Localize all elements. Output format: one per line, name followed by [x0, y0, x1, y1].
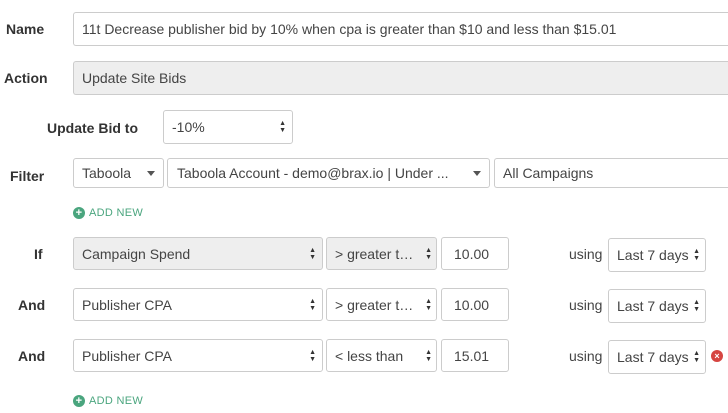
condition-period-select[interactable]: Last 7 days ▲ ▼ [608, 289, 706, 323]
condition-operator-value: > greater than [335, 246, 418, 262]
filter-label: Filter [10, 168, 45, 184]
account-value: Taboola Account - demo@brax.io | Under .… [177, 165, 449, 181]
condition-period-value: Last 7 days [617, 247, 689, 263]
condition-metric-select[interactable]: Campaign Spend ▲ ▼ [73, 237, 323, 270]
condition-connector: And [18, 348, 46, 364]
up-down-arrows-icon: ▲ ▼ [693, 299, 700, 313]
condition-connector: And [18, 297, 46, 313]
condition-period-value: Last 7 days [617, 349, 689, 365]
campaigns-select[interactable]: All Campaigns [494, 158, 728, 188]
condition-period-select[interactable]: Last 7 days ▲ ▼ [608, 238, 706, 272]
using-label: using [569, 246, 603, 262]
up-down-arrows-icon: ▲ ▼ [693, 350, 700, 364]
condition-operator-select[interactable]: > greater than ▲ ▼ [326, 237, 437, 270]
action-field: Update Site Bids [73, 61, 728, 95]
network-select[interactable]: Taboola [73, 158, 164, 188]
caret-down-icon [147, 171, 155, 176]
update-bid-label: Update Bid to [47, 120, 138, 136]
condition-metric-select[interactable]: Publisher CPA ▲ ▼ [73, 288, 323, 321]
condition-period-select[interactable]: Last 7 days ▲ ▼ [608, 340, 706, 374]
up-down-arrows-icon: ▲ ▼ [309, 246, 316, 261]
condition-metric-value: Publisher CPA [82, 297, 173, 313]
up-down-arrows-icon: ▲ ▼ [693, 248, 700, 262]
add-new-label: ADD NEW [89, 207, 144, 219]
action-label: Action [4, 70, 48, 86]
account-select[interactable]: Taboola Account - demo@brax.io | Under .… [167, 158, 490, 188]
add-new-label: ADD NEW [89, 395, 144, 407]
condition-value-input[interactable]: 15.01 [441, 339, 509, 372]
up-down-arrows-icon: ▲ ▼ [425, 297, 432, 312]
condition-metric-value: Campaign Spend [82, 246, 191, 262]
up-down-arrows-icon: ▲ ▼ [425, 246, 432, 261]
condition-value-input[interactable]: 10.00 [441, 288, 509, 321]
condition-operator-select[interactable]: > greater than ▲ ▼ [326, 288, 437, 321]
up-down-arrows-icon: ▲ ▼ [309, 348, 316, 363]
condition-operator-select[interactable]: < less than ▲ ▼ [326, 339, 437, 372]
condition-connector: If [34, 246, 43, 262]
up-down-arrows-icon: ▲ ▼ [309, 297, 316, 312]
condition-metric-value: Publisher CPA [82, 348, 173, 364]
update-bid-value: -10% [172, 119, 205, 135]
using-label: using [569, 297, 603, 313]
plus-circle-icon: + [73, 207, 85, 219]
condition-value-input[interactable]: 10.00 [441, 237, 509, 270]
name-label: Name [6, 21, 45, 37]
condition-operator-value: < less than [335, 348, 404, 364]
condition-operator-value: > greater than [335, 297, 418, 313]
name-input[interactable]: 11t Decrease publisher bid by 10% when c… [73, 12, 728, 46]
condition-period-value: Last 7 days [617, 298, 689, 314]
up-down-arrows-icon: ▲ ▼ [279, 120, 286, 134]
using-label: using [569, 348, 603, 364]
condition-metric-select[interactable]: Publisher CPA ▲ ▼ [73, 339, 323, 372]
add-new-condition-link[interactable]: + ADD NEW [73, 394, 143, 408]
caret-down-icon [473, 171, 481, 176]
update-bid-select[interactable]: -10% ▲ ▼ [163, 110, 293, 144]
network-value: Taboola [82, 165, 132, 181]
up-down-arrows-icon: ▲ ▼ [425, 348, 432, 363]
add-new-filter-link[interactable]: + ADD NEW [73, 206, 143, 220]
remove-circle-icon[interactable]: × [711, 350, 723, 362]
campaigns-value: All Campaigns [503, 165, 594, 181]
plus-circle-icon: + [73, 395, 85, 407]
